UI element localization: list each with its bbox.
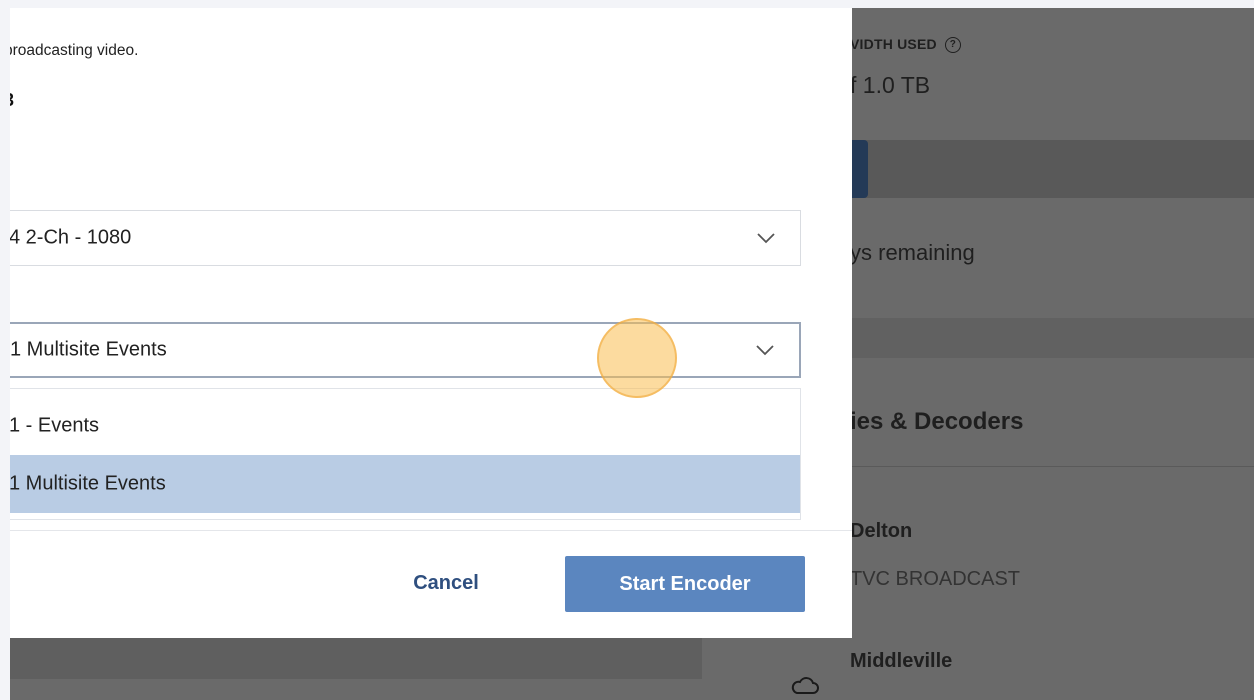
preset-select-value: 4 2-Ch - 1080 xyxy=(10,226,132,249)
event-select[interactable]: 1 Multisite Events xyxy=(10,322,801,378)
dialog-description: proadcasting video. xyxy=(10,42,139,59)
chevron-down-icon xyxy=(756,345,774,356)
cloud-icon xyxy=(791,677,819,694)
device-name-delton[interactable]: Delton xyxy=(850,520,912,543)
bandwidth-label: VIDTH USED xyxy=(850,36,937,52)
bandwidth-value: f 1.0 TB xyxy=(850,72,931,98)
event-select-value: 1 Multisite Events xyxy=(10,338,167,361)
encoders-decoders-heading: ies & Decoders xyxy=(850,408,1024,435)
option-label: 1 Multisite Events xyxy=(10,472,166,495)
dialog-footer-divider xyxy=(10,530,852,531)
option-label: 1 - Events xyxy=(10,414,100,437)
event-option-events[interactable]: 1 - Events xyxy=(10,397,800,455)
start-encoder-dialog: proadcasting video. 3 4 2-Ch - 1080 1 Mu… xyxy=(10,8,852,638)
bandwidth-label-row: VIDTH USED ? xyxy=(850,36,961,54)
event-option-multisite-events[interactable]: 1 Multisite Events xyxy=(10,455,800,513)
chevron-down-icon xyxy=(757,233,775,244)
device-subtitle: TVC BROADCAST xyxy=(850,568,1021,590)
start-encoder-button[interactable]: Start Encoder xyxy=(565,556,805,612)
help-circle-icon[interactable]: ? xyxy=(944,37,961,54)
channel-id: 3 xyxy=(10,90,14,111)
event-dropdown-list: 1 - Events 1 Multisite Events xyxy=(10,388,801,520)
cancel-button[interactable]: Cancel xyxy=(394,556,498,610)
background-card xyxy=(10,636,702,679)
days-remaining-text: ys remaining xyxy=(850,240,975,265)
device-name-middleville[interactable]: Middleville xyxy=(850,650,952,673)
preset-select[interactable]: 4 2-Ch - 1080 xyxy=(10,210,801,266)
